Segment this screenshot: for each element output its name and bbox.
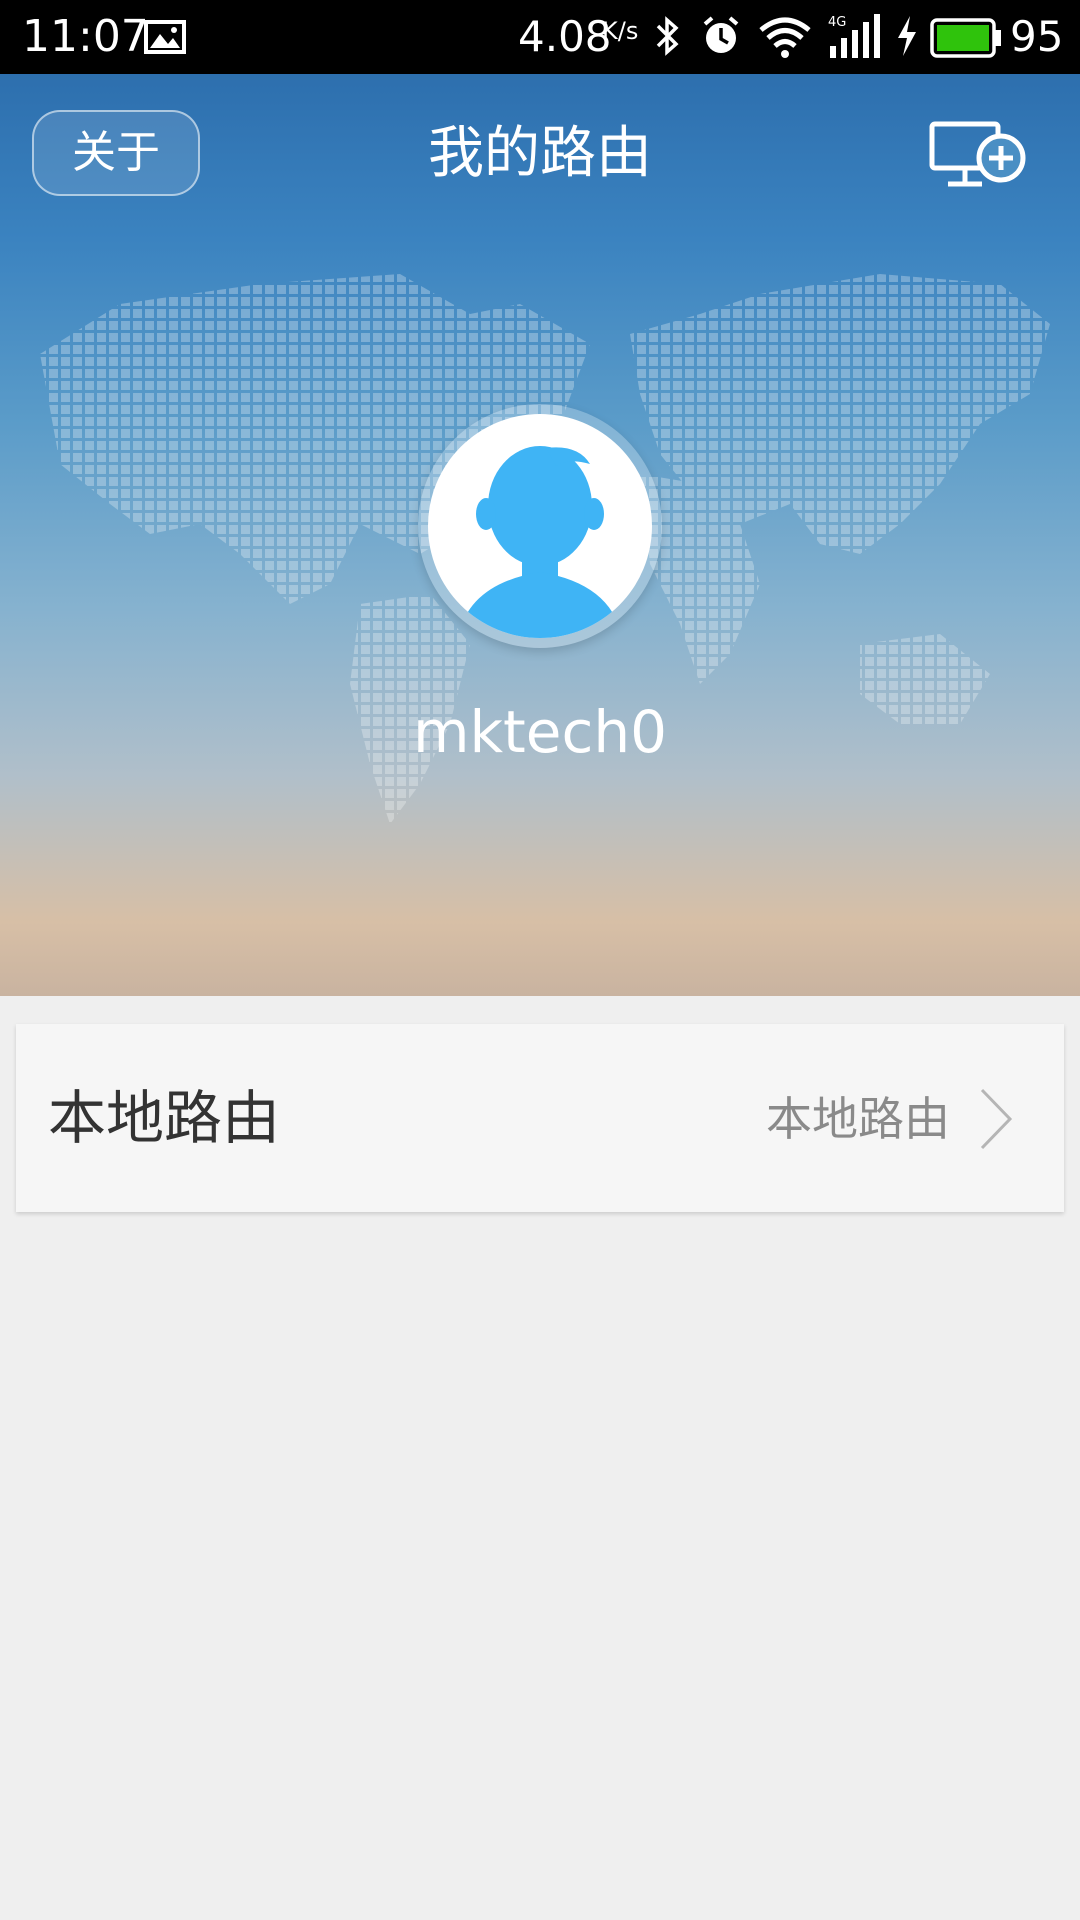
status-bar: 11:07 4.08 K/s 4G 95 [0, 0, 1080, 74]
avatar-image [428, 414, 652, 638]
username: mktech0 [412, 698, 668, 766]
alarm-icon [703, 16, 739, 53]
svg-text:4G: 4G [828, 15, 846, 30]
charging-icon [898, 16, 916, 56]
bluetooth-icon [656, 16, 679, 56]
status-time: 11:07 [22, 11, 149, 62]
avatar[interactable] [418, 404, 662, 648]
about-button[interactable]: 关于 [32, 110, 200, 196]
local-router-row[interactable]: 本地路由 本地路由 [16, 1024, 1064, 1212]
monitor-plus-icon [929, 121, 1026, 187]
net-speed-unit: K/s [602, 17, 639, 45]
image-notification-icon [144, 20, 186, 54]
profile-header: 关于 我的路由 mktech0 [0, 74, 1080, 996]
net-speed: 4.08 [518, 12, 612, 61]
router-row-label: 本地路由 [48, 1084, 281, 1152]
wifi-icon [759, 17, 811, 58]
add-device-button[interactable] [928, 118, 1028, 198]
screen: 11:07 4.08 K/s 4G 95 关于 我的路由 mktech0 本地路… [0, 0, 1080, 1920]
battery-icon [930, 18, 1001, 58]
battery-level: 95 [1010, 12, 1064, 61]
cellular-signal-icon: 4G [828, 14, 880, 58]
user-silhouette-icon [458, 446, 622, 638]
chevron-right-icon [980, 1088, 1013, 1150]
page-title: 我的路由 [428, 121, 652, 186]
router-row-value: 本地路由 [766, 1092, 950, 1146]
